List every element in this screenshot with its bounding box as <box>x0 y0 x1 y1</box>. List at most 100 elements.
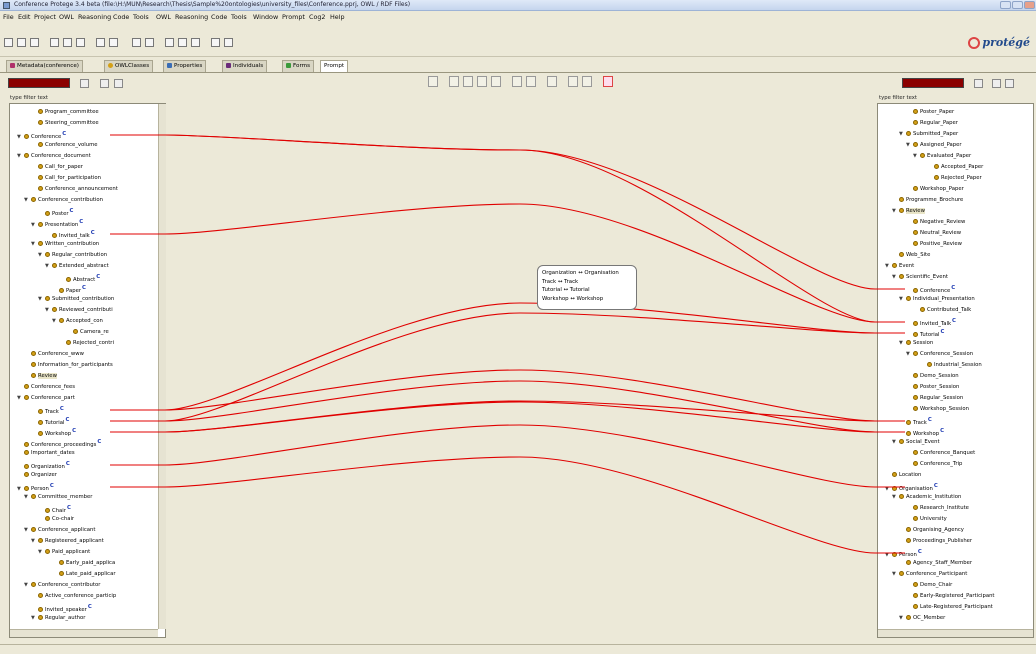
tree-row[interactable]: Invited_speakerC <box>10 602 92 613</box>
left-horizontal-scrollbar[interactable] <box>10 629 158 637</box>
tree-row[interactable]: Regular_Session <box>878 393 963 404</box>
tree-row[interactable]: ▼ Conference_applicant <box>10 525 95 536</box>
tree-row[interactable]: Program_committee <box>10 107 99 118</box>
tree-row[interactable]: ▼ Reviewed_contributi <box>10 305 113 316</box>
left-add-class-icon[interactable] <box>100 79 109 88</box>
tree-row[interactable]: Rejected_contri <box>10 338 114 349</box>
tree-row[interactable]: ▼ Registeered_applicant <box>10 536 104 547</box>
prompt-tool-f-icon[interactable] <box>526 76 536 87</box>
mapping-line[interactable] <box>110 456 905 554</box>
tree-row[interactable]: Invited_TalkC <box>878 316 956 327</box>
tree-row[interactable]: ▼ OC_Member <box>878 613 945 624</box>
expand-toggle-icon[interactable]: ▼ <box>892 206 899 217</box>
expand-toggle-icon[interactable]: ▼ <box>38 547 45 558</box>
prompt-tool-g-icon[interactable] <box>547 76 557 87</box>
menu-reasoning-2[interactable]: Reasoning <box>175 13 208 21</box>
tree-row[interactable]: Demo_Session <box>878 371 959 382</box>
left-delete-class-icon[interactable] <box>114 79 123 88</box>
menu-project[interactable]: Project <box>34 13 56 21</box>
expand-toggle-icon[interactable]: ▼ <box>17 151 24 162</box>
mapping-line[interactable] <box>110 400 905 433</box>
tree-row[interactable]: ▼ Review <box>878 206 925 217</box>
tree-row[interactable]: Neutral_Review <box>878 228 961 239</box>
menu-code[interactable]: Code <box>113 13 129 21</box>
tree-row[interactable]: ▼ ConferenceC <box>10 129 66 140</box>
forward-icon[interactable] <box>145 38 154 47</box>
right-horizontal-scrollbar[interactable] <box>878 629 1033 637</box>
prompt-tool-e-icon[interactable] <box>512 76 522 87</box>
tree-row[interactable]: ▼ Submitted_Paper <box>878 129 958 140</box>
tree-row[interactable]: Late_paid_applicar <box>10 569 116 580</box>
tree-row[interactable]: AbstractC <box>10 272 100 283</box>
tree-row[interactable]: Poster_Paper <box>878 107 954 118</box>
tree-row[interactable]: ▼ Committee_member <box>10 492 92 503</box>
tree-row[interactable]: OrganizationC <box>10 459 70 470</box>
mapping-line[interactable] <box>110 312 905 422</box>
prompt-tool-d-icon[interactable] <box>491 76 501 87</box>
tree-row[interactable]: Location <box>878 470 921 481</box>
tree-row[interactable]: Invited_talkC <box>10 228 95 239</box>
tab-metadata[interactable]: Metadata(conference) <box>6 60 83 72</box>
tree-row[interactable]: ▼ OrganisationC <box>878 481 938 492</box>
left-vertical-scrollbar[interactable] <box>158 104 166 629</box>
tab-forms[interactable]: Forms <box>282 60 315 72</box>
arrow-right-icon[interactable] <box>224 38 233 47</box>
undo-icon[interactable] <box>96 38 105 47</box>
tree-row[interactable]: WorkshopC <box>10 426 76 437</box>
expand-toggle-icon[interactable]: ▼ <box>45 261 52 272</box>
tree-row[interactable]: Workshop_Paper <box>878 184 964 195</box>
tree-row[interactable]: Contributed_Talk <box>878 305 971 316</box>
toolbar-button-b-icon[interactable] <box>178 38 187 47</box>
cut-icon[interactable] <box>50 38 59 47</box>
tree-row[interactable]: Conference_Banquet <box>878 448 975 459</box>
tree-row[interactable]: ▼ Conference_Session <box>878 349 973 360</box>
close-button[interactable] <box>1024 1 1035 9</box>
expand-toggle-icon[interactable]: ▼ <box>892 492 899 503</box>
expand-toggle-icon[interactable]: ▼ <box>24 195 31 206</box>
tree-row[interactable]: Conference_fees <box>10 382 75 393</box>
filter-icon[interactable] <box>477 76 487 87</box>
mapping-line[interactable] <box>110 380 905 433</box>
tree-row[interactable]: Rejected_Paper <box>878 173 982 184</box>
tree-row[interactable]: Conference_proceedingsC <box>10 437 101 448</box>
tree-row[interactable]: Web_Site <box>878 250 930 261</box>
tree-row[interactable]: TrackC <box>878 415 932 426</box>
tree-row[interactable]: WorkshopC <box>878 426 944 437</box>
expand-toggle-icon[interactable]: ▼ <box>52 316 59 327</box>
prompt-tool-i-icon[interactable] <box>582 76 592 87</box>
prompt-tool-h-icon[interactable] <box>568 76 578 87</box>
tree-row[interactable]: Organizer <box>10 470 57 481</box>
expand-toggle-icon[interactable]: ▼ <box>38 250 45 261</box>
tree-row[interactable]: Active_conference_particip <box>10 591 116 602</box>
tree-row[interactable]: ▼ Conference_contributor <box>10 580 100 591</box>
tree-row[interactable]: ChairC <box>10 503 71 514</box>
tree-row[interactable]: ▼ Event <box>878 261 914 272</box>
prompt-tool-b-icon[interactable] <box>449 76 459 87</box>
mapping-line[interactable] <box>110 369 905 422</box>
tree-row[interactable]: ▼ Assigned_Paper <box>878 140 962 151</box>
tree-row[interactable]: Early_paid_applica <box>10 558 115 569</box>
delete-mapping-icon[interactable] <box>603 76 613 87</box>
open-file-icon[interactable] <box>17 38 26 47</box>
tree-row[interactable]: Co-chair <box>10 514 74 525</box>
expand-toggle-icon[interactable]: ▼ <box>899 338 906 349</box>
tree-row[interactable]: ▼ PresentationC <box>10 217 83 228</box>
expand-toggle-icon[interactable]: ▼ <box>24 492 31 503</box>
expand-toggle-icon[interactable]: ▼ <box>31 613 38 624</box>
mapping-line[interactable] <box>110 203 905 323</box>
tree-row[interactable]: ▼ Academic_Institution <box>878 492 961 503</box>
mapping-line[interactable] <box>110 401 905 433</box>
menu-reasoning[interactable]: Reasoning <box>78 13 111 21</box>
mapping-line[interactable] <box>110 302 905 411</box>
minimize-button[interactable] <box>1000 1 1011 9</box>
paste-icon[interactable] <box>76 38 85 47</box>
tree-row[interactable]: Early-Registered_Participant <box>878 591 995 602</box>
tree-row[interactable]: TutorialC <box>10 415 69 426</box>
tree-row[interactable]: ▼ Session <box>878 338 933 349</box>
tree-row[interactable]: ▼ PersonC <box>878 547 922 558</box>
tree-row[interactable]: ▼ Individual_Presentation <box>878 294 975 305</box>
tree-row[interactable]: Steering_committee <box>10 118 99 129</box>
back-icon[interactable] <box>132 38 141 47</box>
tree-row[interactable]: ▼ Extended_abstract <box>10 261 109 272</box>
expand-toggle-icon[interactable]: ▼ <box>38 294 45 305</box>
